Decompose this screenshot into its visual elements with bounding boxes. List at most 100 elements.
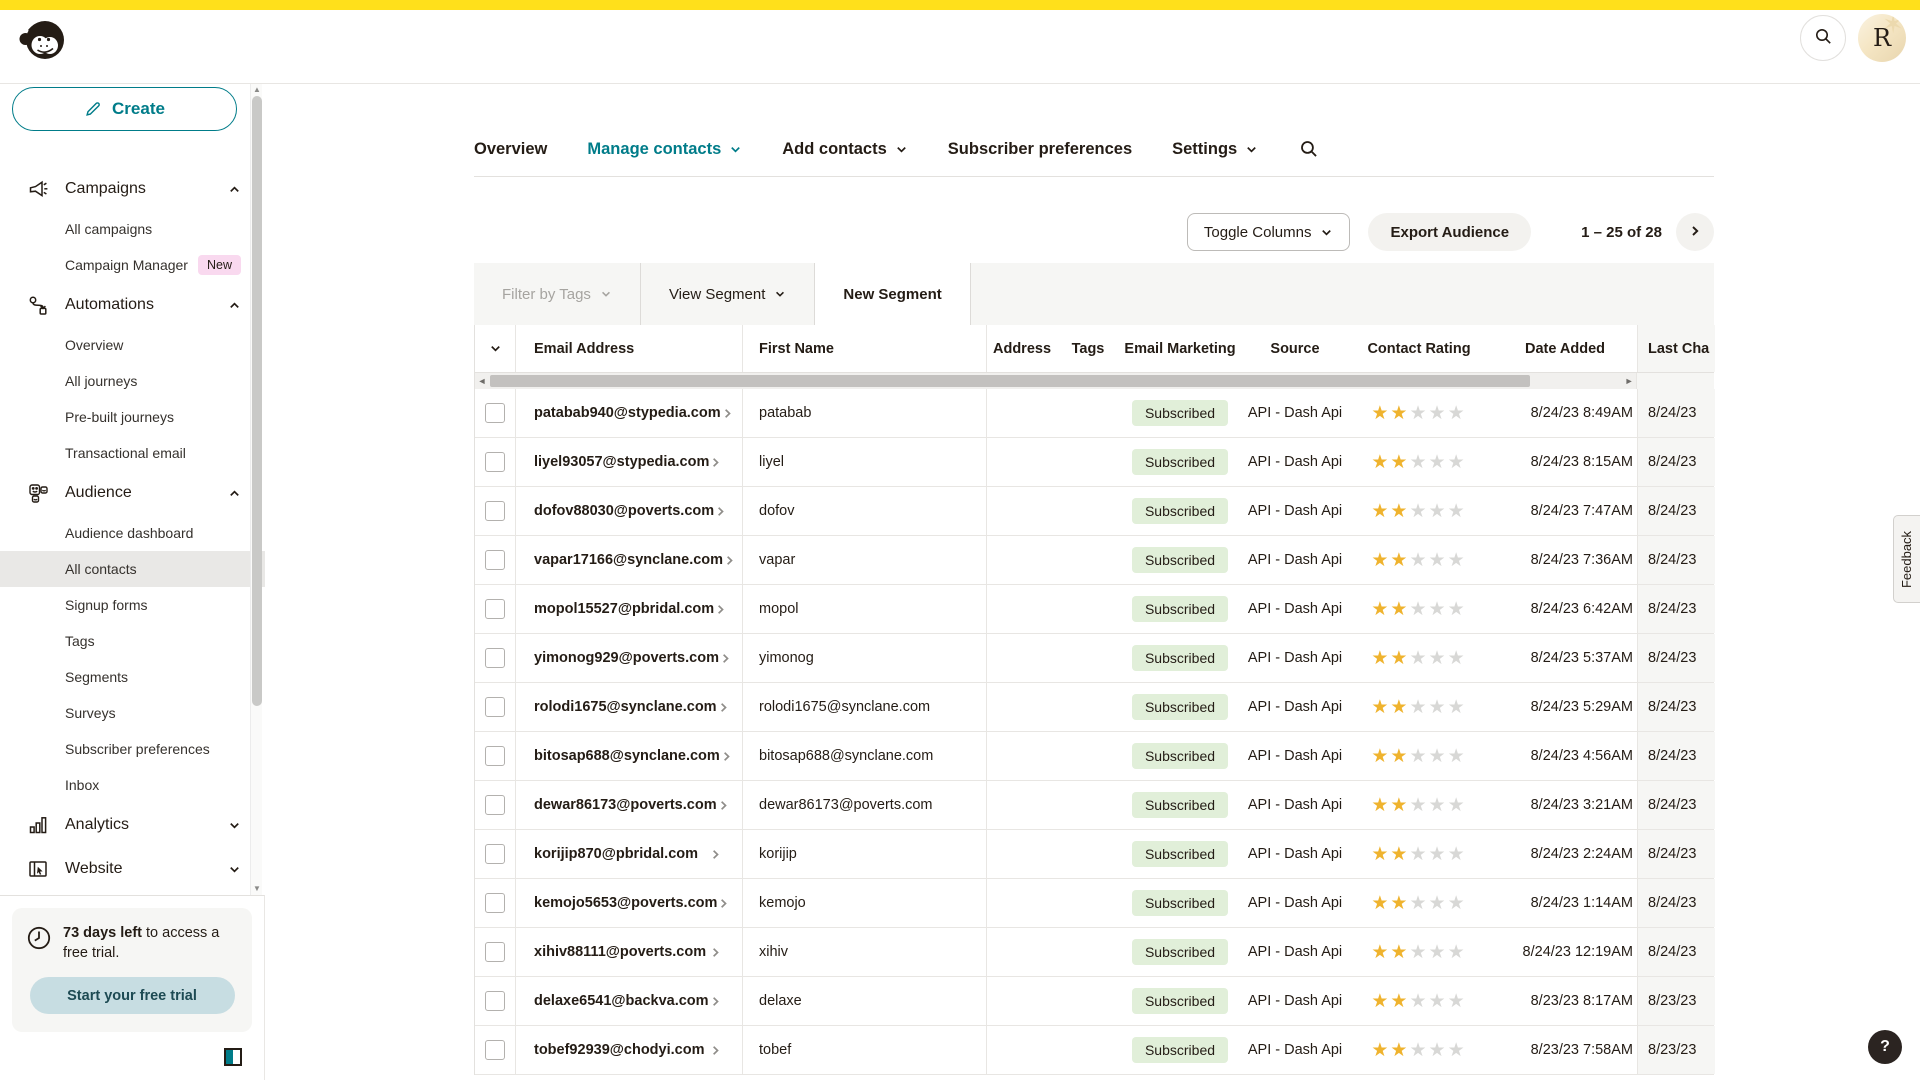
row-checkbox[interactable] bbox=[485, 893, 505, 913]
chevron-right-icon[interactable] bbox=[709, 456, 722, 469]
h-scrollbar-track[interactable]: ◄ ► bbox=[475, 373, 1636, 389]
tab-manage-contacts[interactable]: Manage contacts bbox=[587, 140, 742, 159]
sidebar-item-segments[interactable]: Segments bbox=[0, 659, 265, 695]
contact-email-link[interactable]: kemojo5653@poverts.com bbox=[534, 895, 717, 911]
chevron-right-icon[interactable] bbox=[720, 750, 733, 763]
tab-overview[interactable]: Overview bbox=[474, 140, 547, 159]
contact-email-link[interactable]: delaxe6541@backva.com bbox=[534, 993, 709, 1009]
row-checkbox[interactable] bbox=[485, 501, 505, 521]
contact-email-link[interactable]: korijip870@pbridal.com bbox=[534, 846, 698, 862]
sidebar-section-analytics[interactable]: Analytics bbox=[0, 803, 265, 847]
contact-email-link[interactable]: mopol15527@pbridal.com bbox=[534, 601, 714, 617]
row-checkbox[interactable] bbox=[485, 795, 505, 815]
sidebar-section-automations[interactable]: Automations bbox=[0, 283, 265, 327]
create-button[interactable]: Create bbox=[12, 87, 237, 131]
chevron-right-icon[interactable] bbox=[714, 505, 727, 518]
row-checkbox[interactable] bbox=[485, 550, 505, 570]
filter-by-tags-dropdown[interactable]: Filter by Tags bbox=[474, 263, 640, 325]
row-select-cell bbox=[475, 732, 516, 780]
sidebar-item-all-campaigns[interactable]: All campaigns bbox=[0, 211, 265, 247]
star-icon: ★ bbox=[1448, 746, 1467, 767]
tab-settings[interactable]: Settings bbox=[1172, 140, 1258, 159]
contact-rating: ★★★★★ bbox=[1371, 1041, 1466, 1060]
row-checkbox[interactable] bbox=[485, 452, 505, 472]
view-segment-dropdown[interactable]: View Segment bbox=[641, 263, 814, 325]
scroll-right-arrow-icon[interactable]: ► bbox=[1622, 373, 1636, 389]
chevron-right-icon[interactable] bbox=[717, 701, 730, 714]
sidebar-item-label: Pre-built journeys bbox=[65, 409, 174, 425]
sidebar-item-surveys[interactable]: Surveys bbox=[0, 695, 265, 731]
scroll-down-arrow-icon[interactable]: ▼ bbox=[253, 885, 261, 893]
sidebar-item-signup-forms[interactable]: Signup forms bbox=[0, 587, 265, 623]
sidebar-item-audience-dashboard[interactable]: Audience dashboard bbox=[0, 515, 265, 551]
mailchimp-logo-icon[interactable] bbox=[16, 14, 68, 66]
next-page-button[interactable] bbox=[1676, 213, 1714, 251]
website-icon bbox=[27, 858, 49, 880]
chevron-right-icon[interactable] bbox=[709, 1044, 722, 1057]
sidebar-item-transactional-email[interactable]: Transactional email bbox=[0, 435, 265, 471]
chevron-right-icon[interactable] bbox=[709, 995, 722, 1008]
contact-email-link[interactable]: xihiv88111@poverts.com bbox=[534, 944, 706, 960]
source-cell: API - Dash Api bbox=[1241, 879, 1349, 927]
sidebar-item-subscriber-preferences[interactable]: Subscriber preferences bbox=[0, 731, 265, 767]
sidebar-item-overview[interactable]: Overview bbox=[0, 327, 265, 363]
contact-email-link[interactable]: bitosap688@synclane.com bbox=[534, 748, 720, 764]
row-checkbox[interactable] bbox=[485, 599, 505, 619]
sidebar-item-all-contacts[interactable]: All contacts bbox=[0, 551, 265, 587]
header-search-button[interactable] bbox=[1800, 15, 1846, 61]
contact-email-link[interactable]: vapar17166@synclane.com bbox=[534, 552, 723, 568]
sidebar-section-website[interactable]: Website bbox=[0, 847, 265, 891]
chevron-right-icon[interactable] bbox=[709, 946, 722, 959]
sidebar-scrollbar-thumb[interactable] bbox=[252, 96, 262, 706]
contact-email-link[interactable]: tobef92939@chodyi.com bbox=[534, 1042, 704, 1058]
contact-email-link[interactable]: rolodi1675@synclane.com bbox=[534, 699, 717, 715]
last-changed-cell: 8/23/23 bbox=[1637, 1026, 1715, 1074]
contact-rating-cell: ★★★★★ bbox=[1349, 389, 1489, 437]
toggle-columns-button[interactable]: Toggle Columns bbox=[1187, 213, 1351, 251]
contact-email-link[interactable]: yimonog929@poverts.com bbox=[534, 650, 719, 666]
row-checkbox[interactable] bbox=[485, 746, 505, 766]
scroll-left-arrow-icon[interactable]: ◄ bbox=[475, 373, 489, 389]
sidebar-item-inbox[interactable]: Inbox bbox=[0, 767, 265, 803]
export-audience-button[interactable]: Export Audience bbox=[1368, 213, 1531, 251]
row-checkbox[interactable] bbox=[485, 648, 505, 668]
new-segment-button[interactable]: New Segment bbox=[815, 263, 969, 325]
feedback-tab[interactable]: Feedback bbox=[1893, 515, 1920, 603]
tab-add-contacts[interactable]: Add contacts bbox=[782, 140, 908, 159]
tab-subscriber-preferences[interactable]: Subscriber preferences bbox=[948, 140, 1132, 159]
scroll-up-arrow-icon[interactable]: ▲ bbox=[253, 86, 261, 94]
chevron-right-icon[interactable] bbox=[717, 897, 730, 910]
sidebar-item-pre-built-journeys[interactable]: Pre-built journeys bbox=[0, 399, 265, 435]
chevron-right-icon[interactable] bbox=[717, 799, 730, 812]
h-scrollbar-thumb[interactable] bbox=[490, 375, 1530, 387]
select-all-dropdown[interactable] bbox=[475, 325, 516, 372]
chevron-right-icon[interactable] bbox=[714, 603, 727, 616]
contact-email-link[interactable]: liyel93057@stypedia.com bbox=[534, 454, 709, 470]
user-avatar[interactable]: R bbox=[1858, 14, 1906, 62]
contact-email-link[interactable]: dewar86173@poverts.com bbox=[534, 797, 717, 813]
row-checkbox[interactable] bbox=[485, 991, 505, 1011]
sidebar-item-tags[interactable]: Tags bbox=[0, 623, 265, 659]
sidebar-item-all-journeys[interactable]: All journeys bbox=[0, 363, 265, 399]
row-checkbox[interactable] bbox=[485, 942, 505, 962]
row-checkbox[interactable] bbox=[485, 844, 505, 864]
contact-email-link[interactable]: dofov88030@poverts.com bbox=[534, 503, 714, 519]
help-button[interactable]: ? bbox=[1868, 1030, 1902, 1064]
collapse-sidebar-button[interactable] bbox=[224, 1048, 242, 1066]
row-checkbox[interactable] bbox=[485, 1040, 505, 1060]
sidebar-section-audience[interactable]: Audience bbox=[0, 471, 265, 515]
row-checkbox[interactable] bbox=[485, 403, 505, 423]
last-changed-cell: 8/24/23 bbox=[1637, 732, 1715, 780]
sidebar-scrollbar[interactable]: ▲ ▼ bbox=[250, 84, 262, 895]
sidebar-item-campaign-manager[interactable]: Campaign ManagerNew bbox=[0, 247, 265, 283]
contact-email-link[interactable]: patabab940@stypedia.com bbox=[534, 405, 721, 421]
row-checkbox[interactable] bbox=[485, 697, 505, 717]
nav-search-icon[interactable] bbox=[1298, 138, 1320, 160]
source-cell: API - Dash Api bbox=[1241, 585, 1349, 633]
sidebar-section-campaigns[interactable]: Campaigns bbox=[0, 167, 265, 211]
chevron-right-icon[interactable] bbox=[719, 652, 732, 665]
chevron-right-icon[interactable] bbox=[723, 554, 736, 567]
chevron-right-icon[interactable] bbox=[721, 407, 734, 420]
chevron-right-icon[interactable] bbox=[709, 848, 722, 861]
start-free-trial-button[interactable]: Start your free trial bbox=[30, 977, 235, 1014]
